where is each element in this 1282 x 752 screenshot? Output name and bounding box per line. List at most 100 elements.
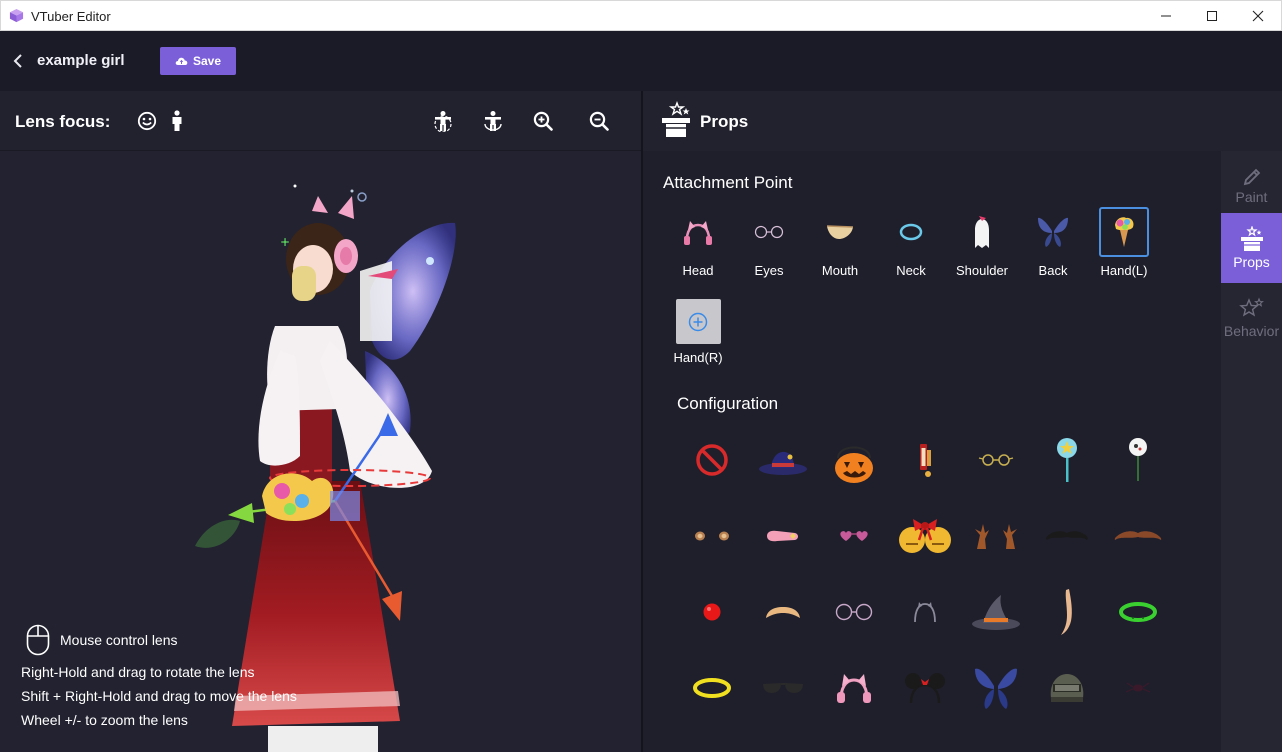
side-tab-bar: Paint Props Behavior [1221,151,1282,752]
attachment-hand-right[interactable]: Hand(R) [667,299,729,379]
config-item-headband[interactable] [894,583,956,641]
config-item-witch-hat[interactable] [752,431,814,489]
config-item-round-specs[interactable] [823,583,885,641]
back-button[interactable] [10,51,26,71]
attachment-eyes[interactable]: Eyes [738,207,800,287]
pose-back-button[interactable] [481,109,505,133]
mouse-icon [26,624,50,656]
props-title: Props [700,112,749,131]
headband-icon [914,602,936,623]
round-glasses-icon [978,454,1014,466]
config-item-bells-bow[interactable] [894,507,956,565]
none-icon [696,444,728,476]
attachment-hand-left[interactable]: Hand(L) [1093,207,1155,287]
props-header: Props [643,91,1282,151]
config-item-helmet[interactable] [1036,659,1098,717]
maximize-button[interactable] [1189,1,1235,31]
helmet-icon [1050,674,1084,702]
small-ears-icon [695,531,729,541]
face-focus-icon [137,111,157,131]
window-title: VTuber Editor [31,9,111,24]
zoom-out-icon [589,111,609,131]
config-item-spider[interactable] [1107,659,1169,717]
body-focus-button[interactable] [165,109,189,133]
config-item-mustache-black[interactable] [1036,507,1098,565]
config-item-pink-cat-ears[interactable] [823,659,885,717]
hint-line: Right-Hold and drag to rotate the lens [21,664,255,680]
config-item-mustache-brown[interactable] [1107,507,1169,565]
hairclip-icon [767,530,798,542]
round-specs-icon [835,603,873,621]
preview-panel: Lens focus: + Mouse control lens Right-H… [0,91,641,752]
config-item-sunglasses[interactable] [752,659,814,717]
hint-line: Wheel +/- to zoom the lens [21,712,188,728]
configuration-title: Configuration [677,394,779,413]
bells-bow-icon [899,519,951,553]
hint-line: Shift + Right-Hold and drag to move the … [21,688,297,704]
model-viewport[interactable]: + Mouse control lens Right-Hold and drag… [0,151,641,752]
config-item-mouse-ears[interactable] [894,659,956,717]
tab-behavior[interactable]: Behavior [1221,283,1282,353]
config-item-magic-wand[interactable] [1036,431,1098,489]
config-item-round-glasses[interactable] [965,431,1027,489]
minimize-button[interactable] [1143,1,1189,31]
close-icon [1252,10,1264,22]
config-item-clown-nose[interactable] [681,583,743,641]
config-item-pumpkin-basket[interactable] [823,431,885,489]
attachment-back[interactable]: Back [1022,207,1084,287]
tab-props[interactable]: Props [1221,213,1282,283]
magic-hat-icon [662,101,690,137]
config-item-butterfly-wings[interactable] [965,659,1027,717]
mustache-black-icon [1046,531,1088,540]
body-focus-icon [172,110,182,131]
zoom-out-button[interactable] [587,109,611,133]
pose-back-icon [484,111,502,131]
config-item-tail[interactable] [1036,583,1098,641]
config-item-lollipop[interactable] [1107,431,1169,489]
props-content: Attachment Point Head Eyes Mouth Neck Sh… [643,151,1221,752]
attachment-mouth[interactable]: Mouth [809,207,871,287]
mouse-ears-icon [905,673,945,704]
config-item-hairclip[interactable] [752,507,814,565]
attachment-neck[interactable]: Neck [880,207,942,287]
spider-icon [1125,682,1151,693]
title-bar: VTuber Editor [0,0,1282,31]
pumpkin-basket-icon [835,446,873,483]
attachment-point-title: Attachment Point [663,173,793,192]
glasses-icon [754,225,784,239]
sunglasses-icon [763,683,803,693]
zoom-in-icon [533,111,553,131]
zoom-in-button[interactable] [531,109,555,133]
wizard-hat-icon [972,595,1020,630]
tab-paint[interactable]: Paint [1221,151,1282,221]
app-cube-icon [9,8,24,23]
face-focus-button[interactable] [135,109,159,133]
config-item-none[interactable] [681,431,743,489]
add-icon [688,312,708,331]
witch-hat-icon [759,451,807,475]
pose-front-icon [434,111,452,132]
icecream-icon [1115,217,1134,247]
config-item-eyebrow-band[interactable] [752,583,814,641]
config-item-yellow-collar[interactable] [681,659,743,717]
attachment-head[interactable]: Head [667,207,729,287]
butterfly-wings-icon [975,668,1017,709]
brush-icon [1243,168,1260,186]
clown-nose-icon [703,603,721,621]
pose-front-button[interactable] [431,109,455,133]
necklace-icon [899,223,923,241]
wings-icon [1038,217,1068,247]
config-item-lantern[interactable] [894,431,956,489]
config-item-green-collar[interactable] [1107,583,1169,641]
close-button[interactable] [1235,1,1281,31]
config-item-small-ears[interactable] [681,507,743,565]
save-button[interactable]: Save [160,47,236,75]
minimize-icon [1161,15,1171,17]
config-item-reindeer-antlers[interactable] [965,507,1027,565]
config-item-heart-glasses[interactable] [823,507,885,565]
props-panel: Props Attachment Point Head Eyes Mouth N… [643,91,1282,752]
attachment-shoulder[interactable]: Shoulder [951,207,1013,287]
green-collar-icon [1119,602,1157,622]
config-item-wizard-hat[interactable] [965,583,1027,641]
pink-cat-ears-icon [837,674,871,703]
